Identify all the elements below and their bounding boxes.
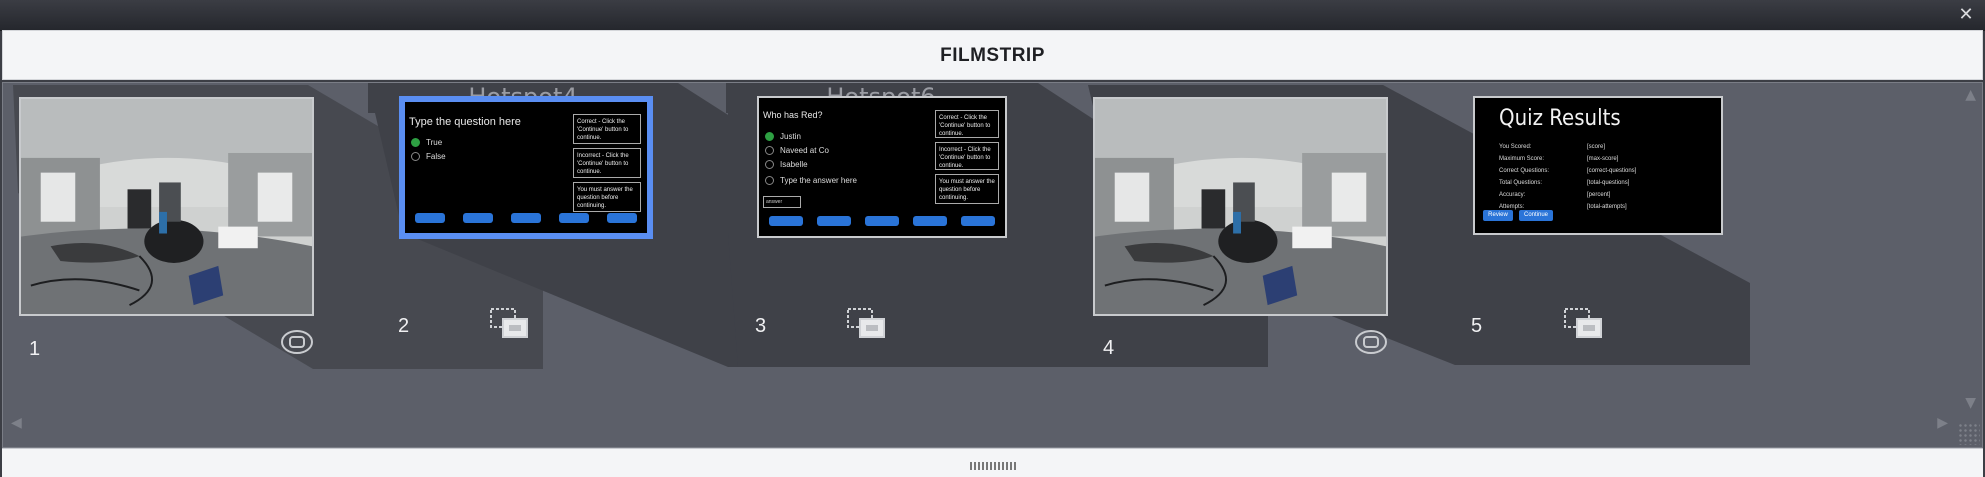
question-text: Who has Red? bbox=[763, 110, 823, 120]
quiz-buttons bbox=[415, 213, 637, 223]
result-row: You Scored: [score] bbox=[1499, 144, 1606, 150]
option-2: Naveed at Co bbox=[765, 146, 829, 156]
slide-number-3: 3 bbox=[755, 315, 767, 337]
360-icon bbox=[1355, 330, 1387, 354]
quiz-button bbox=[463, 213, 493, 223]
slide-thumbnail-1[interactable] bbox=[19, 97, 314, 316]
option-3: Isabelle bbox=[765, 160, 808, 170]
quiz-button bbox=[913, 216, 947, 226]
slide-thumbnail-4[interactable] bbox=[1093, 97, 1388, 316]
feedback-correct: Correct - Click the 'Continue' button to… bbox=[573, 114, 641, 144]
slide-thumbnail-2[interactable]: Type the question here True False Correc… bbox=[399, 96, 653, 239]
feedback-incomplete: You must answer the question before cont… bbox=[573, 182, 641, 212]
scroll-left-icon[interactable]: ◀ bbox=[11, 415, 22, 431]
feedback-correct: Correct - Click the 'Continue' button to… bbox=[935, 110, 999, 138]
review-button: Review bbox=[1483, 210, 1513, 221]
slide-number-1: 1 bbox=[29, 338, 41, 360]
resize-grip-icon[interactable] bbox=[1958, 423, 1980, 445]
scroll-up-icon[interactable]: ▲ bbox=[1965, 87, 1976, 103]
result-row: Maximum Score: [max-score] bbox=[1499, 156, 1619, 162]
multi-slide-icon bbox=[1564, 308, 1602, 338]
scroll-right-icon[interactable]: ▶ bbox=[1937, 415, 1948, 431]
feedback-incomplete: You must answer the question before cont… bbox=[935, 174, 999, 204]
slide-thumbnail-5[interactable]: Quiz Results You Scored: [score] Maximum … bbox=[1473, 96, 1723, 235]
result-row: Total Questions: [total-questions] bbox=[1499, 180, 1630, 186]
quiz-button bbox=[607, 213, 637, 223]
quiz-results-title: Quiz Results bbox=[1499, 106, 1621, 131]
feedback-incorrect: Incorrect - Click the 'Continue' button … bbox=[935, 142, 999, 170]
360-icon bbox=[281, 330, 313, 354]
quiz-button bbox=[865, 216, 899, 226]
filmstrip-panel: ✕ FILMSTRIP Hotspot4 Hotspot6 bbox=[0, 0, 1985, 477]
multi-slide-icon bbox=[847, 308, 885, 338]
panel-title: FILMSTRIP bbox=[940, 45, 1045, 66]
quiz-buttons bbox=[769, 216, 995, 226]
slide-thumbnail-3[interactable]: Who has Red? Justin Naveed at Co Isabell… bbox=[757, 96, 1007, 238]
feedback-incorrect: Incorrect - Click the 'Continue' button … bbox=[573, 148, 641, 178]
quiz-button bbox=[817, 216, 851, 226]
option-1: True bbox=[411, 138, 442, 148]
close-icon[interactable]: ✕ bbox=[1957, 6, 1975, 24]
question-text: Type the question here bbox=[409, 116, 521, 128]
drag-handle-icon[interactable] bbox=[970, 462, 1016, 470]
answer-field: answer bbox=[763, 196, 801, 208]
multi-slide-icon bbox=[490, 308, 528, 338]
result-row: Accuracy: [percent] bbox=[1499, 192, 1611, 198]
quiz-button bbox=[769, 216, 803, 226]
panel-resize-bar[interactable] bbox=[2, 448, 1983, 477]
quiz-button bbox=[961, 216, 995, 226]
continue-button: Continue bbox=[1519, 210, 1553, 221]
panel-title-bar: FILMSTRIP bbox=[2, 30, 1983, 80]
quiz-results-preview: Quiz Results You Scored: [score] Maximum … bbox=[1475, 98, 1721, 233]
quiz-slide-preview: Type the question here True False Correc… bbox=[405, 102, 647, 233]
scroll-down-icon[interactable]: ▼ bbox=[1965, 395, 1976, 411]
slide-number-4: 4 bbox=[1103, 337, 1115, 359]
panel-topbar: ✕ bbox=[0, 0, 1985, 31]
filmstrip-area[interactable]: Hotspot4 Hotspot6 bbox=[2, 82, 1983, 448]
option-2: False bbox=[411, 152, 446, 162]
slide-number-2: 2 bbox=[398, 315, 410, 337]
result-row: Correct Questions: [correct-questions] bbox=[1499, 168, 1637, 174]
quiz-button bbox=[511, 213, 541, 223]
slide-number-5: 5 bbox=[1471, 315, 1483, 337]
panorama-image bbox=[1095, 99, 1386, 314]
option-1: Justin bbox=[765, 132, 801, 142]
panorama-image bbox=[21, 99, 312, 314]
quiz-button bbox=[559, 213, 589, 223]
quiz-button bbox=[415, 213, 445, 223]
option-4: Type the answer here bbox=[765, 176, 857, 186]
quiz-slide-preview: Who has Red? Justin Naveed at Co Isabell… bbox=[759, 98, 1005, 236]
